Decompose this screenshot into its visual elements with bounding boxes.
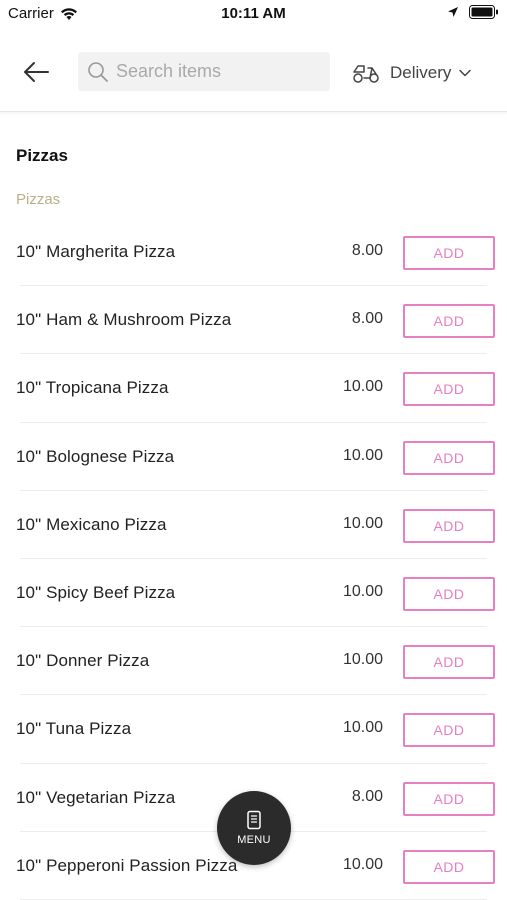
back-button[interactable] xyxy=(20,56,52,88)
subsection-title: Pizzas xyxy=(16,191,61,208)
item-name: 10" Ham & Mushroom Pizza xyxy=(16,310,232,330)
menu-item: 10" Tropicana Pizza 10.00 ADD xyxy=(0,354,507,423)
back-arrow-icon xyxy=(24,62,49,82)
delivery-selector[interactable]: Delivery xyxy=(352,58,472,88)
status-time: 10:11 AM xyxy=(221,5,286,22)
menu-item: 10" Bolognese Pizza 10.00 ADD xyxy=(0,423,507,491)
item-name: 10" Vegetarian Pizza xyxy=(16,787,176,807)
item-name: 10" Bolognese Pizza xyxy=(16,446,175,466)
item-name: 10" Margherita Pizza xyxy=(16,242,176,261)
menu-book-icon xyxy=(247,810,261,830)
status-indicators xyxy=(447,5,499,19)
add-button[interactable]: ADD xyxy=(403,713,495,748)
item-name: 10" Donner Pizza xyxy=(16,651,150,671)
menu-item: 10" Tuna Pizza 10.00 ADD xyxy=(0,695,507,764)
location-arrow-icon xyxy=(448,7,458,17)
menu-item: 10" Spicy Beef Pizza 10.00 ADD xyxy=(0,559,507,628)
menu-item: 10" Donner Pizza 10.00 ADD xyxy=(0,627,507,696)
item-price: 10.00 xyxy=(342,514,383,532)
add-button[interactable]: ADD xyxy=(403,645,495,680)
item-price: 10.00 xyxy=(342,651,383,669)
item-price: 8.00 xyxy=(351,242,383,259)
add-button[interactable]: ADD xyxy=(403,304,495,339)
item-name: 10" Spicy Beef Pizza xyxy=(16,582,176,602)
add-button[interactable]: ADD xyxy=(403,508,495,543)
item-price: 10.00 xyxy=(342,582,383,600)
item-price: 10.00 xyxy=(342,378,383,396)
battery-icon xyxy=(469,5,498,19)
item-name: 10" Pepperoni Passion Pizza xyxy=(16,855,238,875)
item-price: 10.00 xyxy=(342,446,383,464)
item-name: 10" Tuna Pizza xyxy=(16,719,132,739)
add-button[interactable]: ADD xyxy=(403,372,495,407)
menu-item: 10" Ham & Mushroom Pizza 8.00 ADD xyxy=(0,286,507,355)
add-button[interactable]: ADD xyxy=(403,849,495,884)
search-input[interactable] xyxy=(116,61,316,82)
menu-fab-button[interactable]: MENU xyxy=(217,791,291,865)
scooter-icon xyxy=(353,65,379,83)
item-price: 10.00 xyxy=(342,719,383,737)
item-price: 8.00 xyxy=(351,310,383,328)
item-price: 10.00 xyxy=(342,855,383,873)
section-title: Pizzas xyxy=(16,146,68,165)
menu-item: 10" Margherita Pizza 8.00 ADD xyxy=(0,218,507,287)
item-name: 10" Tropicana Pizza xyxy=(16,378,169,398)
add-button[interactable]: ADD xyxy=(403,236,495,270)
top-header: Delivery xyxy=(0,36,507,112)
menu-label: MENU xyxy=(237,834,271,846)
chevron-down-icon xyxy=(459,69,472,77)
add-button[interactable]: ADD xyxy=(403,440,495,475)
status-bar: Carrier 10:11 AM xyxy=(0,0,507,30)
add-button[interactable]: ADD xyxy=(403,576,495,611)
search-box[interactable] xyxy=(78,52,330,91)
delivery-label: Delivery xyxy=(390,63,452,82)
item-name: 10" Mexicano Pizza xyxy=(16,514,167,534)
item-price: 8.00 xyxy=(351,787,383,805)
menu-item: 10" Mexicano Pizza 10.00 ADD xyxy=(0,491,507,560)
search-icon xyxy=(86,60,110,84)
add-button[interactable]: ADD xyxy=(403,781,495,816)
